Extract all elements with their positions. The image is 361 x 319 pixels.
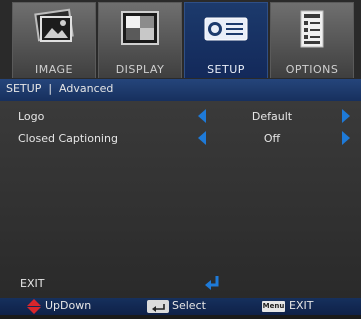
- tab-display-label: DISPLAY: [115, 63, 165, 76]
- tab-setup[interactable]: SETUP: [184, 2, 268, 78]
- arrow-left-icon[interactable]: [198, 131, 206, 145]
- setting-row-logo[interactable]: Logo Default: [0, 107, 361, 127]
- options-icon: [300, 10, 324, 48]
- setting-label-closed-captioning: Closed Captioning: [18, 132, 118, 145]
- breadcrumb-text: SETUP | Advanced: [6, 82, 114, 95]
- tab-options[interactable]: OPTIONS: [270, 2, 354, 78]
- tab-bar: IMAGE DISPLAY SETUP OPTIONS: [0, 0, 361, 79]
- footer-bar: UpDown Select Menu EXIT: [0, 298, 361, 315]
- tab-image-label: IMAGE: [34, 63, 74, 76]
- enter-icon[interactable]: [203, 274, 221, 292]
- select-key-icon: [147, 300, 169, 313]
- breadcrumb: SETUP | Advanced: [0, 79, 361, 101]
- setting-value-closed-captioning: Off: [263, 132, 281, 145]
- display-icon: [121, 11, 159, 45]
- exit-item[interactable]: EXIT: [20, 277, 44, 290]
- footer-select-label: Select: [172, 299, 206, 312]
- tab-display[interactable]: DISPLAY: [98, 2, 182, 78]
- updown-icon: [27, 299, 41, 314]
- footer-exit-label: EXIT: [289, 299, 314, 312]
- image-icon: [34, 8, 74, 42]
- settings-panel: Logo Default Closed Captioning Off EXIT: [0, 101, 361, 298]
- enter-key-icon: [152, 304, 165, 312]
- menu-key-icon: Menu: [262, 301, 285, 312]
- tab-options-label: OPTIONS: [285, 63, 339, 76]
- arrow-right-icon[interactable]: [342, 109, 350, 123]
- setting-row-closed-captioning[interactable]: Closed Captioning Off: [0, 129, 361, 149]
- footer-updown-label: UpDown: [45, 299, 92, 312]
- tab-image[interactable]: IMAGE: [12, 2, 96, 78]
- projector-icon: [204, 17, 248, 41]
- setting-value-logo: Default: [251, 110, 293, 123]
- setting-label-logo: Logo: [18, 110, 45, 123]
- arrow-left-icon[interactable]: [198, 109, 206, 123]
- osd-menu: IMAGE DISPLAY SETUP OPTIONS SETUP | Adva…: [0, 0, 361, 315]
- arrow-right-icon[interactable]: [342, 131, 350, 145]
- tab-setup-label: SETUP: [207, 63, 245, 76]
